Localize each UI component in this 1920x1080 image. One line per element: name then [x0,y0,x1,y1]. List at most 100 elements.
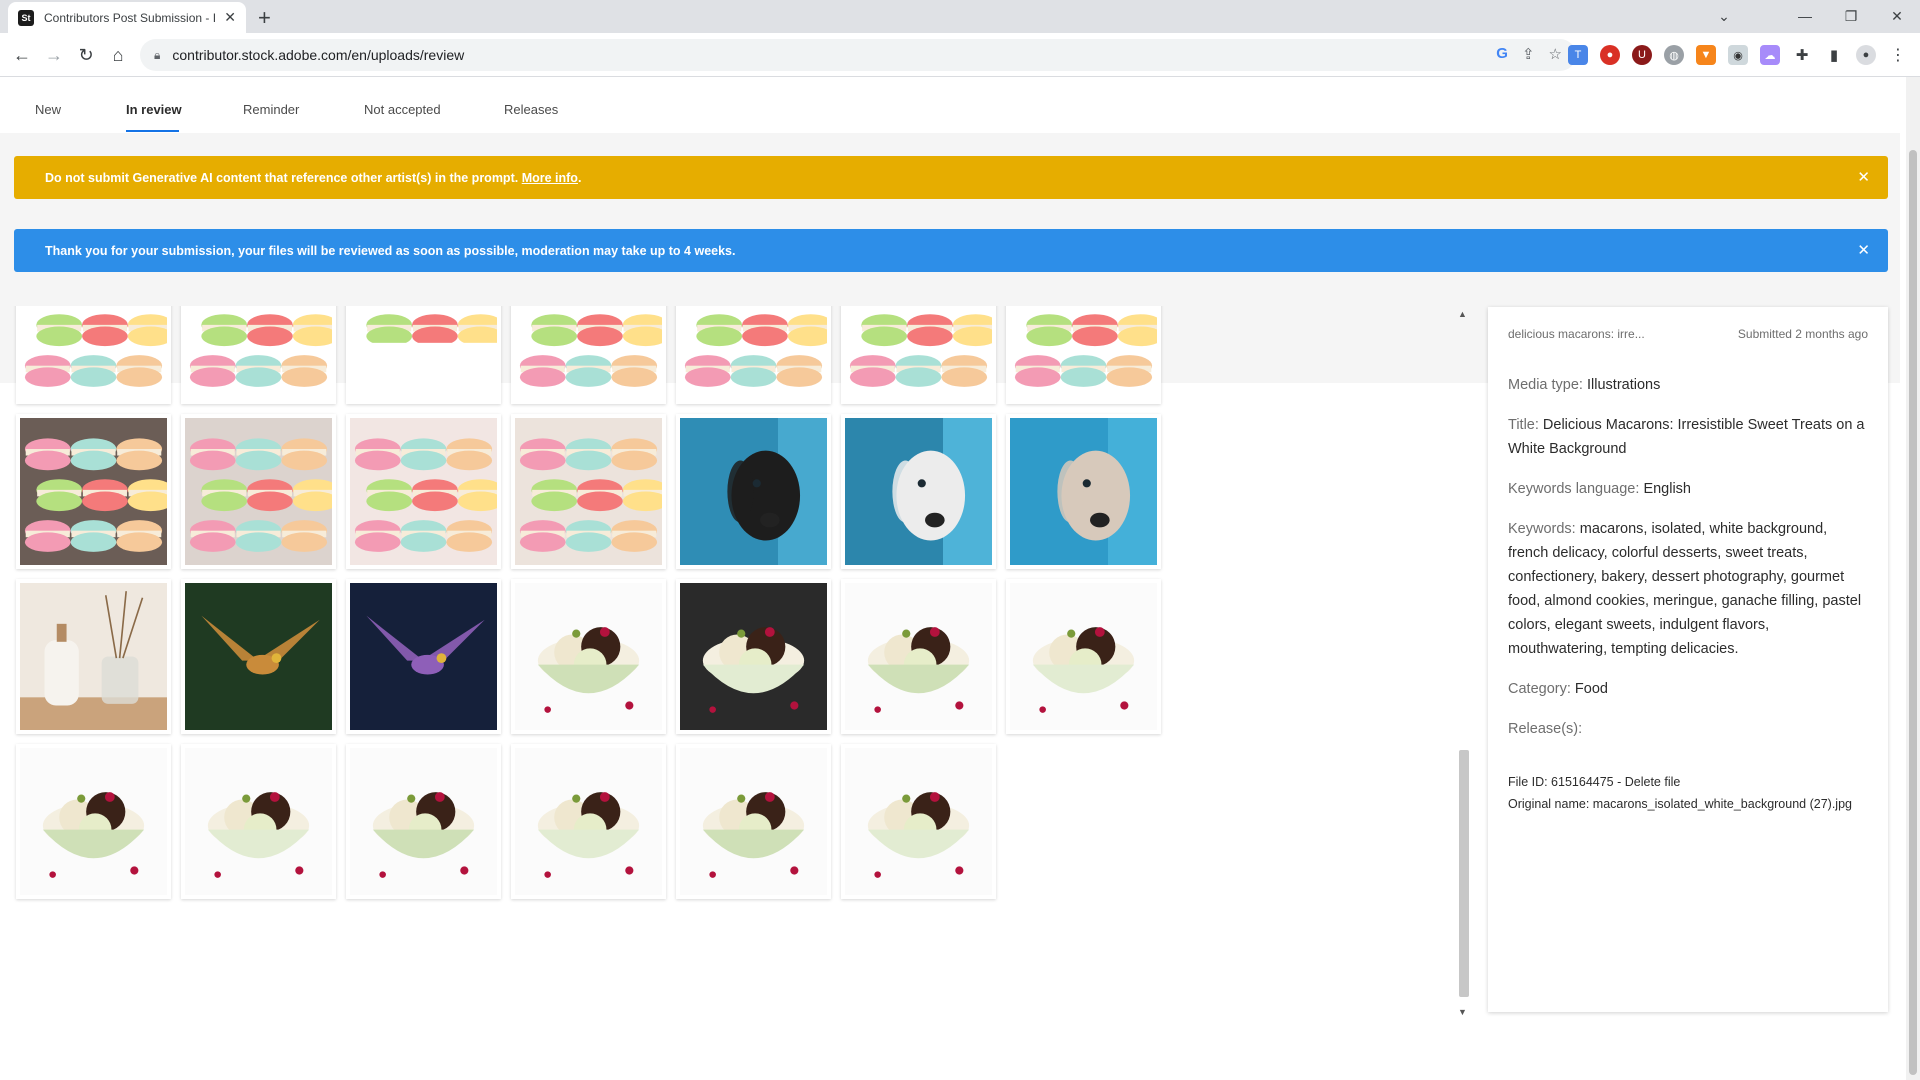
eye-extension-icon[interactable]: ◉ [1728,45,1748,65]
google-icon[interactable]: G [1496,45,1508,63]
macarons-thumbnail [350,306,497,400]
thumbnail-tile[interactable] [1006,306,1161,404]
restore-icon[interactable]: ❐ [1828,0,1874,32]
profile-avatar[interactable]: ● [1856,45,1876,65]
title-label: Title: [1508,417,1539,433]
thumbnail-tile[interactable] [181,306,336,404]
thumbnail-tile[interactable] [841,744,996,899]
ice-cream-thumbnail [845,583,992,730]
keywords-language-field: Keywords language: English [1508,477,1868,501]
grid-scroll-thumb[interactable] [1459,750,1469,997]
thumbnail-tile[interactable] [1006,414,1161,569]
ice-cream-thumbnail [680,583,827,730]
page-content: New In review Reminder Not accepted Rele… [0,77,1920,1080]
thumbnail-tile[interactable] [16,744,171,899]
metamask-extension-icon[interactable]: ▼ [1696,45,1716,65]
close-info-icon[interactable]: ✕ [1857,241,1870,259]
more-info-link[interactable]: More info [522,171,578,185]
thumbnail-tile[interactable] [181,414,336,569]
ublock-extension-icon[interactable]: U [1632,45,1652,65]
cloud-extension-icon[interactable]: ☁ [1760,45,1780,65]
tab-not-accepted[interactable]: Not accepted [364,102,441,117]
macarons-thumbnail [350,418,497,565]
forward-arrow-icon[interactable]: → [40,41,68,69]
warning-suffix: . [577,170,582,185]
thumbnail-tile[interactable] [346,744,501,899]
close-warning-icon[interactable]: ✕ [1857,168,1870,186]
thumbnail-tile[interactable] [346,306,501,404]
scroll-down-arrow-icon[interactable]: ▼ [1458,1007,1467,1017]
file-info: File ID: 615164475 - Delete file Origina… [1508,771,1868,815]
ice-cream-thumbnail [350,748,497,895]
tab-search-chevron-icon[interactable]: ⌄ [1696,0,1752,32]
keywords-label: Keywords: [1508,521,1576,537]
tab-in-review[interactable]: In review [126,102,182,117]
minimize-icon[interactable]: — [1782,0,1828,32]
tab-new[interactable]: New [35,102,61,117]
close-tab-icon[interactable]: ✕ [224,9,236,26]
back-arrow-icon[interactable]: ← [8,41,36,69]
scroll-up-arrow-icon[interactable]: ▲ [1458,309,1467,319]
media-type-label: Media type: [1508,377,1583,393]
dog-thumbnail [680,418,827,565]
thumbnail-tile[interactable] [181,744,336,899]
keywords-field: Keywords: macarons, isolated, white back… [1508,517,1868,661]
reload-icon[interactable]: ↻ [72,41,100,69]
thumbnail-tile[interactable] [16,306,171,404]
macarons-thumbnail [1010,306,1157,400]
ice-cream-thumbnail [845,748,992,895]
thumbnail-tile[interactable] [676,579,831,734]
thumbnail-tile[interactable] [511,414,666,569]
thumbnail-tile[interactable] [181,579,336,734]
thumbnail-tile[interactable] [16,579,171,734]
thumbnail-tile[interactable] [676,306,831,404]
ice-cream-thumbnail [680,748,827,895]
thumbnail-tile[interactable] [841,306,996,404]
bookmark-star-icon[interactable]: ☆ [1549,45,1562,63]
panel-short-title: delicious macarons: irre... [1508,327,1645,341]
media-type-value: Illustrations [1587,377,1661,393]
browser-tab[interactable]: St Contributors Post Submission - I ✕ [8,2,246,33]
thumbnail-tile[interactable] [16,414,171,569]
keywords-language-label: Keywords language: [1508,481,1640,497]
adobe-stock-favicon-icon: St [18,9,34,26]
title-field: Title: Delicious Macarons: Irresistible … [1508,413,1868,461]
translate-extension-icon[interactable]: T [1568,45,1588,65]
page-scrollbar[interactable] [1906,77,1920,1080]
macarons-thumbnail [680,306,827,400]
lock-icon[interactable]: 🔒︎ [154,48,160,63]
reed-diffuser-thumbnail [20,583,167,730]
side-panel-icon[interactable]: ▮ [1824,45,1844,65]
delete-file-link[interactable]: Delete file [1625,775,1681,789]
thumbnail-tile[interactable] [346,579,501,734]
close-window-icon[interactable]: ✕ [1874,0,1920,32]
new-tab-icon[interactable]: + [258,5,271,31]
thumbnail-tile[interactable] [841,579,996,734]
thumbnail-tile[interactable] [1006,579,1161,734]
file-detail-panel: delicious macarons: irre... Submitted 2 … [1488,307,1888,1012]
ice-cream-thumbnail [185,748,332,895]
thumbnail-tile[interactable] [511,744,666,899]
share-icon[interactable]: ⇪ [1522,45,1535,63]
tab-reminder[interactable]: Reminder [243,102,299,117]
menu-kebab-icon[interactable]: ⋮ [1888,45,1908,65]
address-bar[interactable]: 🔒︎ contributor.stock.adobe.com/en/upload… [140,39,1576,71]
ice-cream-thumbnail [515,748,662,895]
page-scroll-thumb[interactable] [1909,150,1917,1075]
tab-releases[interactable]: Releases [504,102,558,117]
globe-extension-icon[interactable]: ◍ [1664,45,1684,65]
thumbnail-tile[interactable] [676,744,831,899]
thumbnail-tile[interactable] [346,414,501,569]
grid-scrollbar[interactable]: ▲ ▼ [1458,309,1470,1019]
thumbnail-tile[interactable] [511,579,666,734]
thumbnail-tile[interactable] [841,414,996,569]
thumbnail-tile[interactable] [511,306,666,404]
red-extension-icon[interactable]: ● [1600,45,1620,65]
file-id: File ID: 615164475 - [1508,775,1625,789]
home-icon[interactable]: ⌂ [104,41,132,69]
extensions-puzzle-icon[interactable]: ✚ [1792,45,1812,65]
window-controls: ⌄ — ❐ ✕ [1696,0,1920,32]
upload-tabs: New In review Reminder Not accepted Rele… [0,77,1900,133]
thumbnail-tile[interactable] [676,414,831,569]
submission-info-banner: Thank you for your submission, your file… [14,229,1888,272]
